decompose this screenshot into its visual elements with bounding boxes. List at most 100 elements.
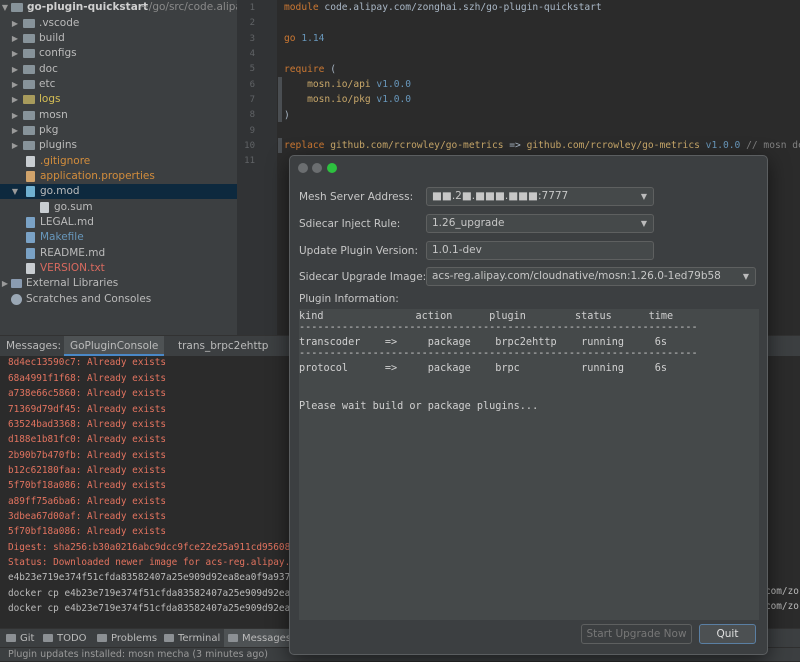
window-close-button[interactable] <box>298 163 308 173</box>
chevron-right-icon[interactable]: ▶ <box>10 77 20 92</box>
folder-icon <box>23 111 35 120</box>
tool-problems[interactable]: Problems <box>97 629 157 648</box>
code-line-1: module code.alipay.com/zonghai.szh/go-pl… <box>284 2 602 13</box>
mesh-server-select[interactable]: ■■.2■.■■■.■■■:7777 ▼ <box>426 187 654 206</box>
plugin-info-status: Please wait build or package plugins... <box>299 401 539 412</box>
line-number: 6 <box>249 80 255 90</box>
console-line: 5f70bf18a086: Already exists <box>8 526 167 537</box>
git-icon <box>6 634 16 642</box>
plugin-info-divider: ----------------------------------------… <box>299 348 698 359</box>
console-line: 68a4991f1f68: Already exists <box>8 373 167 384</box>
console-line: a89ff75a6ba6: Already exists <box>8 496 167 507</box>
console-line: Status: Downloaded newer image for acs-r… <box>8 557 302 568</box>
window-minimize-button[interactable] <box>312 163 322 173</box>
sidecar-inject-rule-label: Sdiecar Inject Rule: <box>299 218 401 230</box>
project-root-path: ~/go/src/code.alipay.co <box>140 1 237 13</box>
tree-item-mosn[interactable]: ▶ mosn <box>0 108 237 123</box>
chevron-down-icon: ▼ <box>640 192 647 201</box>
tree-item-go-mod[interactable]: ▼ go.mod <box>0 184 237 199</box>
code-line-10: replace github.com/rcrowley/go-metrics =… <box>284 140 800 151</box>
scratches-icon <box>11 294 22 305</box>
folder-icon <box>23 95 35 104</box>
code-line-7: mosn.io/pkg v1.0.0 <box>307 94 412 105</box>
folder-icon <box>23 126 35 135</box>
chevron-right-icon[interactable]: ▶ <box>10 31 20 46</box>
tree-item-pkg[interactable]: ▶ pkg <box>0 123 237 138</box>
status-text: Plugin updates installed: mosn mecha (3 … <box>8 649 268 660</box>
window-maximize-button[interactable] <box>327 163 337 173</box>
tree-item-vscode[interactable]: ▶ .vscode <box>0 16 237 31</box>
tree-item-go-sum[interactable]: go.sum <box>0 200 237 215</box>
tool-git[interactable]: Git <box>6 629 34 648</box>
project-root[interactable]: ▼ go-plugin-quickstart ~/go/src/code.ali… <box>0 0 237 15</box>
chevron-right-icon[interactable]: ▶ <box>10 62 20 77</box>
chevron-right-icon[interactable]: ▶ <box>10 123 20 138</box>
tree-item-readme-md[interactable]: README.md <box>0 246 237 261</box>
chevron-right-icon[interactable]: ▶ <box>10 92 20 107</box>
console-line: docker cp e4b23e719e374f51cfda83582407a2… <box>8 588 302 599</box>
console-line: 3dbea67d00af: Already exists <box>8 511 167 522</box>
tree-item-scratches[interactable]: Scratches and Consoles <box>0 292 237 307</box>
tool-terminal[interactable]: Terminal <box>164 629 220 648</box>
console-line: 5f70bf18a086: Already exists <box>8 480 167 491</box>
file-icon <box>40 202 49 213</box>
tree-item-gitignore[interactable]: .gitignore <box>0 154 237 169</box>
start-upgrade-button[interactable]: Start Upgrade Now <box>581 624 692 644</box>
line-number: 5 <box>249 64 255 74</box>
tree-item-legal-md[interactable]: LEGAL.md <box>0 215 237 230</box>
folder-icon <box>23 141 35 150</box>
tree-item-application-properties[interactable]: application.properties <box>0 169 237 184</box>
mesh-server-label: Mesh Server Address: <box>299 191 414 203</box>
tree-item-build[interactable]: ▶ build <box>0 31 237 46</box>
terminal-icon <box>164 634 174 642</box>
chevron-right-icon[interactable]: ▶ <box>10 46 20 61</box>
tree-item-doc[interactable]: ▶ doc <box>0 62 237 77</box>
tab-gopluginconsole[interactable]: GoPluginConsole <box>64 336 165 356</box>
code-line-3: go 1.14 <box>284 33 325 44</box>
tool-messages[interactable]: Messages <box>224 629 296 648</box>
tree-item-configs[interactable]: ▶ configs <box>0 46 237 61</box>
console-line: Digest: sha256:b30a0216abc9dcc9fce22e25a… <box>8 542 302 553</box>
chevron-right-icon[interactable]: ▶ <box>10 138 20 153</box>
folder-icon <box>23 19 35 28</box>
line-number: 2 <box>249 18 255 28</box>
line-number: 8 <box>249 110 255 120</box>
plugin-information-area[interactable]: kind action plugin status time ---------… <box>299 309 759 620</box>
quit-button[interactable]: Quit <box>699 624 756 644</box>
file-icon <box>26 171 35 182</box>
chevron-right-icon[interactable]: ▶ <box>10 108 20 123</box>
console-line: d188e1b81fc0: Already exists <box>8 434 167 445</box>
tree-item-etc[interactable]: ▶ etc <box>0 77 237 92</box>
plugin-upgrade-dialog: Mesh Server Address: ■■.2■.■■■.■■■:7777 … <box>289 155 768 655</box>
makefile-icon <box>26 232 35 243</box>
todo-icon <box>43 634 53 642</box>
folder-icon <box>23 65 35 74</box>
console-line: a738e66c5860: Already exists <box>8 388 167 399</box>
plugin-info-divider: ----------------------------------------… <box>299 322 698 333</box>
tree-item-logs[interactable]: ▶ logs <box>0 92 237 107</box>
tree-item-plugins[interactable]: ▶ plugins <box>0 138 237 153</box>
line-number: 10 <box>244 141 255 151</box>
plugin-version-input[interactable]: 1.0.1-dev <box>426 241 654 260</box>
tree-item-makefile[interactable]: Makefile <box>0 230 237 245</box>
chevron-right-icon[interactable]: ▶ <box>0 276 10 291</box>
console-line: b12c62180faa: Already exists <box>8 465 167 476</box>
console-line: 63524bad3368: Already exists <box>8 419 167 430</box>
plugin-info-row: transcoder => package brpc2ehttp running… <box>299 337 668 348</box>
chevron-right-icon[interactable]: ▶ <box>10 16 20 31</box>
plugin-version-label: Update Plugin Version: <box>299 245 418 257</box>
problems-icon <box>97 634 107 642</box>
chevron-down-icon[interactable]: ▼ <box>10 184 20 199</box>
tool-todo[interactable]: TODO <box>43 629 87 648</box>
line-number: 7 <box>249 95 255 105</box>
plugin-info-header: kind action plugin status time <box>299 311 674 322</box>
tree-item-version-txt[interactable]: VERSION.txt <box>0 261 237 276</box>
console-line: 8d4ec13590c7: Already exists <box>8 357 167 368</box>
console-line-tail: com/zo <box>765 601 799 612</box>
tab-trans-brpc2ehttp[interactable]: trans_brpc2ehttp <box>172 336 274 356</box>
tree-item-external-libraries[interactable]: ▶ External Libraries <box>0 276 237 291</box>
sidecar-inject-rule-select[interactable]: 1.26_upgrade ▼ <box>426 214 654 233</box>
block-highlight <box>278 77 282 122</box>
sidecar-image-select[interactable]: acs-reg.alipay.com/cloudnative/mosn:1.26… <box>426 267 756 286</box>
chevron-down-icon[interactable]: ▼ <box>0 0 10 15</box>
